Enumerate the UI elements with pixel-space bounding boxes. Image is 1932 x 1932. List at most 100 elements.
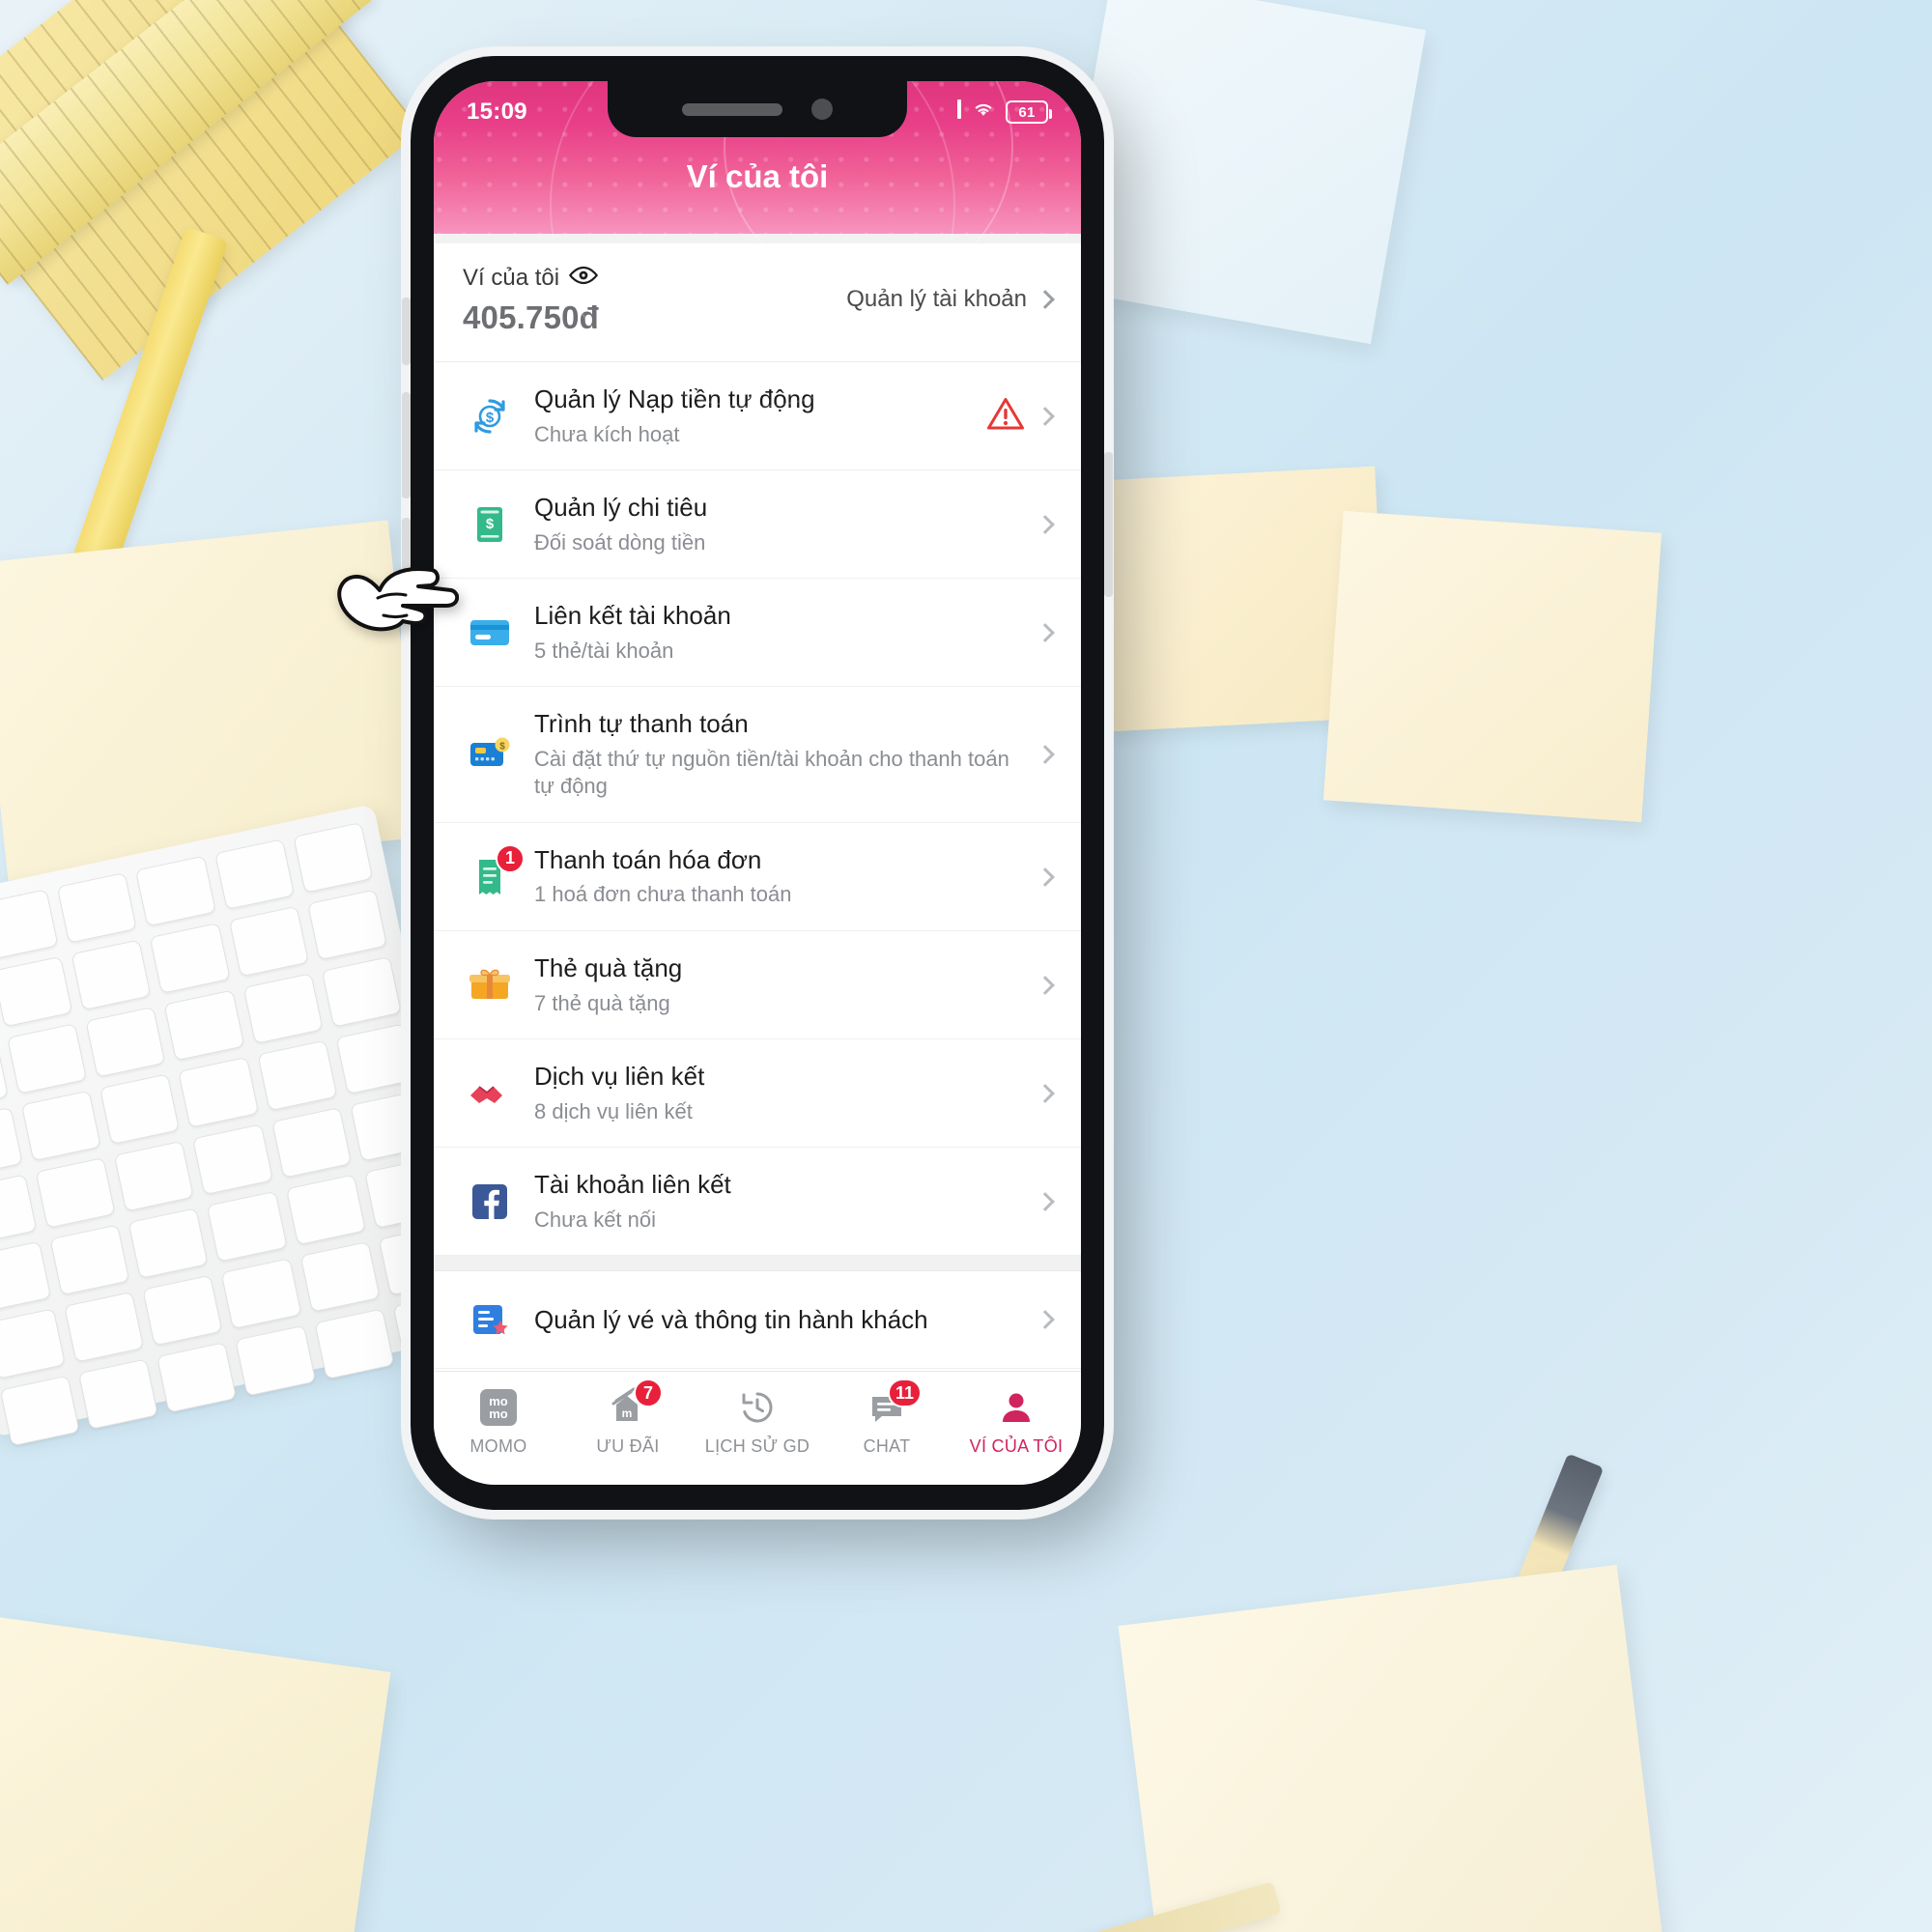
- menu-item-payment-order[interactable]: $ Trình tự thanh toán Cài đặt thứ tự ngu…: [434, 687, 1081, 823]
- momo-logo-icon: mo mo: [477, 1386, 520, 1429]
- earpiece-speaker: [682, 102, 782, 116]
- wifi-icon: [971, 99, 996, 126]
- menu-item-auto-topup[interactable]: $ Quản lý Nạp tiền tự động Chưa kích hoạ…: [434, 362, 1081, 471]
- menu-item-subtitle: Đối soát dòng tiền: [534, 529, 706, 554]
- tab-badge: 11: [887, 1378, 922, 1407]
- svg-text:$: $: [486, 410, 495, 426]
- chevron-right-icon: [1036, 406, 1055, 426]
- tab-badge: 7: [634, 1378, 663, 1407]
- chevron-right-icon: [1036, 745, 1055, 765]
- svg-text:$: $: [499, 742, 505, 753]
- menu-item-title: Thẻ quà tặng: [534, 953, 683, 983]
- content-scroll-area[interactable]: Ví của tôi 405.750đ Quản lý tài khoản $ …: [434, 234, 1081, 1371]
- menu-item-text: Quản lý chi tiêu Đối soát dòng tiền: [534, 492, 1038, 556]
- chevron-right-icon: [1036, 975, 1055, 995]
- menu-item-subtitle: 1 hoá đơn chưa thanh toán: [534, 882, 792, 907]
- menu-item-badge: 1: [496, 843, 525, 873]
- menu-item-accessory: [1036, 745, 1055, 765]
- balance-label: Ví của tôi: [463, 265, 560, 291]
- menu-item-title: Quản lý vé và thông tin hành khách: [534, 1305, 928, 1335]
- menu-item-subtitle: 8 dịch vụ liên kết: [534, 1098, 693, 1123]
- status-icons: 61: [957, 99, 1052, 126]
- chat-bubble-icon: 11: [866, 1378, 922, 1429]
- bottom-tab-bar: mo mo MOMO m 7 ƯU ĐÃI LỊCH SỬ GD 11 CHAT…: [434, 1371, 1081, 1485]
- manage-account-link[interactable]: Quản lý tài khoản: [846, 265, 1055, 313]
- history-clock-icon: [736, 1386, 779, 1429]
- battery-level-label: 61: [1018, 103, 1036, 121]
- tab-deals[interactable]: m 7 ƯU ĐÃI: [563, 1378, 693, 1457]
- menu-item-title: Trình tự thanh toán: [534, 709, 749, 739]
- menu-item-bill-payment[interactable]: 1 Thanh toán hóa đơn 1 hoá đơn chưa than…: [434, 822, 1081, 932]
- menu-item-social-account[interactable]: Tài khoản liên kết Chưa kết nối: [434, 1148, 1081, 1257]
- menu-item-accessory: [1036, 1310, 1055, 1330]
- auto-topup-icon: $: [463, 389, 517, 443]
- phone-notch: [608, 81, 907, 137]
- menu-item-text: Liên kết tài khoản 5 thẻ/tài khoản: [534, 600, 1038, 665]
- menu-item-subtitle: 5 thẻ/tài khoản: [534, 638, 674, 663]
- tab-label: CHAT: [863, 1436, 911, 1456]
- balance-card[interactable]: Ví của tôi 405.750đ Quản lý tài khoản: [434, 243, 1081, 362]
- signal-bars-icon: [957, 99, 961, 126]
- phone-device: 15:09 61 Ví của tôi Ví của tôi 405.750đ …: [402, 56, 1113, 1510]
- phone-screen: 15:09 61 Ví của tôi Ví của tôi 405.750đ …: [434, 81, 1081, 1485]
- menu-item-subtitle: Cài đặt thứ tự nguồn tiền/tài khoản cho …: [534, 746, 1009, 799]
- menu-item-spending-management[interactable]: $ Quản lý chi tiêu Đối soát dòng tiền: [434, 470, 1081, 580]
- paper-sheet-bottom-left: [0, 1615, 391, 1932]
- menu-item-text: Trình tự thanh toán Cài đặt thứ tự nguồn…: [534, 708, 1038, 801]
- menu-item-linked-services[interactable]: Dịch vụ liên kết 8 dịch vụ liên kết: [434, 1039, 1081, 1149]
- tab-label: MOMO: [469, 1436, 527, 1456]
- menu-item-text: Thẻ quà tặng 7 thẻ quà tặng: [534, 952, 1038, 1017]
- sticky-note-two: [1322, 510, 1662, 823]
- bill-receipt-icon: 1: [463, 843, 525, 904]
- balance-info: Ví của tôi 405.750đ: [463, 265, 599, 336]
- balance-label-row[interactable]: Ví của tôi: [463, 265, 599, 292]
- tab-chat[interactable]: 11 CHAT: [822, 1378, 952, 1457]
- power-button[interactable]: [1104, 452, 1113, 597]
- menu-item-title: Liên kết tài khoản: [534, 601, 731, 631]
- paper-sheet-top-right: [1056, 0, 1427, 345]
- menu-group-divider: [434, 1256, 1081, 1272]
- handshake-icon: [463, 1066, 517, 1121]
- menu-item-title: Dịch vụ liên kết: [534, 1062, 705, 1092]
- spending-book-icon: $: [463, 497, 517, 552]
- facebook-icon: [463, 1175, 517, 1229]
- chevron-right-icon: [1036, 514, 1055, 534]
- menu-item-subtitle: Chưa kết nối: [534, 1207, 657, 1232]
- content-top-divider: [434, 234, 1081, 243]
- paper-sheet-bottom-right: [1118, 1564, 1664, 1932]
- menu-item-gift-card[interactable]: Thẻ quà tặng 7 thẻ quà tặng: [434, 931, 1081, 1040]
- svg-text:m: m: [622, 1406, 633, 1420]
- battery-icon: 61: [1006, 100, 1052, 124]
- chevron-right-icon: [1036, 290, 1055, 309]
- tab-label: LỊCH SỬ GD: [704, 1436, 810, 1456]
- ticket-passenger-icon: [463, 1293, 517, 1347]
- person-icon: [995, 1386, 1037, 1429]
- menu-item-accessory: [1036, 1083, 1055, 1103]
- menu-item-accessory: [1036, 867, 1055, 887]
- menu-item-title: Quản lý Nạp tiền tự động: [534, 384, 815, 413]
- menu-item-title: Tài khoản liên kết: [534, 1170, 731, 1200]
- silence-switch[interactable]: [402, 298, 411, 365]
- balance-amount: 405.750đ: [463, 299, 600, 335]
- chevron-right-icon: [1036, 867, 1055, 887]
- eye-icon[interactable]: [569, 265, 599, 292]
- menu-item-accessory: [1036, 514, 1055, 534]
- menu-item-accessory: [1036, 975, 1055, 995]
- tab-my-wallet[interactable]: VÍ CỦA TÔI: [952, 1386, 1081, 1457]
- menu-item-linked-accounts[interactable]: Liên kết tài khoản 5 thẻ/tài khoản: [434, 579, 1081, 688]
- tab-transaction-history[interactable]: LỊCH SỬ GD: [693, 1386, 822, 1457]
- menu-item-accessory: [1036, 1191, 1055, 1211]
- page-title: Ví của tôi: [686, 158, 829, 194]
- tab-label: VÍ CỦA TÔI: [969, 1436, 1064, 1456]
- menu-item-text: Thanh toán hóa đơn 1 hoá đơn chưa thanh …: [534, 844, 1038, 909]
- menu-item-text: Quản lý Nạp tiền tự động Chưa kích hoạt: [534, 384, 986, 448]
- pointing-hand-cursor: [337, 567, 459, 632]
- chevron-right-icon: [1036, 622, 1055, 642]
- warning-triangle-icon: [986, 396, 1025, 436]
- volume-up-button[interactable]: [402, 392, 411, 498]
- chevron-right-icon: [1036, 1310, 1055, 1330]
- menu-item-text: Quản lý vé và thông tin hành khách: [534, 1304, 1038, 1336]
- tab-momo[interactable]: mo mo MOMO: [434, 1386, 563, 1457]
- menu-item-title: Thanh toán hóa đơn: [534, 844, 762, 874]
- menu-item-ticket-management[interactable]: Quản lý vé và thông tin hành khách: [434, 1271, 1081, 1370]
